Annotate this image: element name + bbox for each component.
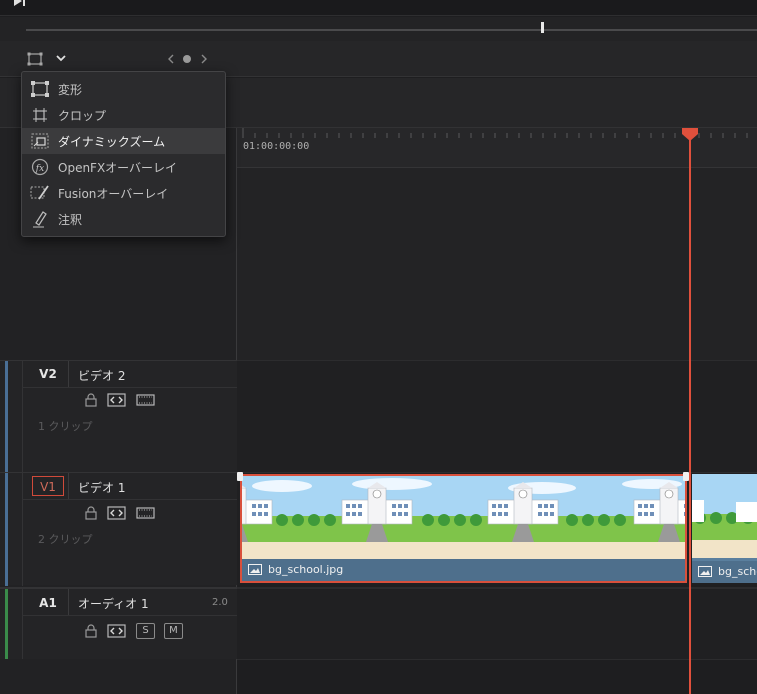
track-color-edge: [5, 361, 8, 473]
lock-icon[interactable]: [82, 393, 101, 407]
scrubber-handle[interactable]: [541, 22, 544, 33]
auto-select-icon[interactable]: [107, 393, 126, 407]
empty-track-area: [237, 168, 757, 360]
track-header-a1[interactable]: A1 オーディオ 1 2.0 S M: [0, 587, 237, 659]
timeline-ruler[interactable]: 01:00:00:00: [237, 128, 757, 168]
clip-name: bg_school.jpg: [268, 563, 344, 576]
track-code-destination[interactable]: V1: [32, 476, 64, 496]
menu-item-crop[interactable]: クロップ: [22, 102, 225, 128]
track-divider: [22, 589, 23, 659]
clip-label-bar: bg_scho: [692, 561, 757, 583]
clip-label-bar: bg_school.jpg: [242, 559, 685, 581]
track-color-edge: [5, 589, 8, 659]
track-clip-count: 1 クリップ: [38, 420, 93, 433]
clip-thumbnail: [692, 474, 757, 558]
track-name[interactable]: ビデオ 1: [78, 479, 125, 496]
menu-item-label: クロップ: [58, 109, 107, 123]
track-name[interactable]: オーディオ 1: [78, 595, 149, 612]
timeline-area[interactable]: 01:00:00:00 bg_school.jpg bg_sch: [237, 128, 757, 694]
playhead-marker[interactable]: [681, 128, 699, 142]
viewer-top-bar: [0, 0, 757, 16]
track-header-v1[interactable]: V1 ビデオ 1 2 クリップ: [0, 472, 237, 586]
clip-thumbnail: [242, 476, 685, 560]
track-row-divider: [22, 499, 237, 500]
image-icon: [248, 564, 262, 575]
menu-item-openfx-overlay[interactable]: fx OpenFXオーバーレイ: [22, 154, 225, 180]
auto-select-icon[interactable]: [107, 624, 126, 638]
ruler-ticks: [242, 128, 748, 138]
track-header-v2[interactable]: V2 ビデオ 2 1 クリップ: [0, 360, 237, 473]
menu-item-fusion-overlay[interactable]: Fusionオーバーレイ: [22, 180, 225, 206]
fx-icon: fx: [31, 158, 49, 176]
transform-icon: [31, 81, 49, 97]
keyframe-dot-icon[interactable]: [183, 55, 191, 63]
track-level: 2.0: [212, 597, 228, 608]
play-to-end-icon[interactable]: [14, 0, 28, 6]
scrubber-track[interactable]: [26, 29, 757, 31]
menu-item-label: OpenFXオーバーレイ: [58, 161, 178, 175]
track-code[interactable]: A1: [32, 593, 64, 613]
track-divider: [22, 473, 23, 586]
dynamic-zoom-icon: [31, 133, 49, 149]
auto-select-icon[interactable]: [107, 506, 126, 520]
chevron-right-icon[interactable]: [199, 53, 209, 65]
track-code-divider: [68, 473, 69, 499]
timeline-empty-bottom: [237, 659, 757, 694]
video-clip[interactable]: bg_school.jpg: [240, 474, 687, 583]
clip-trim-handle-left[interactable]: [237, 472, 243, 481]
menu-item-label: 注釈: [58, 213, 83, 227]
track-color-edge: [5, 473, 8, 586]
chevron-left-icon[interactable]: [166, 53, 176, 65]
svg-text:fx: fx: [35, 164, 44, 174]
viewer-mode-dropdown: 変形 クロップ ダイナミックズーム fx OpenFXオーバーレイ Fusion…: [21, 71, 226, 237]
transform-mode-icon[interactable]: [27, 52, 43, 66]
fusion-brush-icon: [30, 185, 49, 200]
ruler-timecode: 01:00:00:00: [243, 141, 310, 152]
clip-name: bg_scho: [718, 565, 757, 578]
track-row-divider: [22, 387, 237, 388]
track-name[interactable]: ビデオ 2: [78, 367, 125, 384]
annotation-pen-icon: [33, 211, 47, 228]
menu-item-label: Fusionオーバーレイ: [58, 187, 169, 201]
track-divider: [22, 361, 23, 473]
track-enable-icon[interactable]: [136, 506, 155, 520]
lock-icon[interactable]: [82, 624, 101, 638]
menu-item-dynamic-zoom[interactable]: ダイナミックズーム: [22, 128, 225, 154]
timeline-track-v2[interactable]: [237, 360, 757, 472]
track-code-divider: [68, 589, 69, 615]
solo-button[interactable]: S: [136, 623, 155, 639]
track-clip-count: 2 クリップ: [38, 533, 93, 546]
track-code-divider: [68, 361, 69, 387]
chevron-down-icon[interactable]: [55, 52, 67, 64]
viewer-scrubber[interactable]: [0, 17, 757, 41]
playhead-line[interactable]: [689, 128, 691, 694]
image-icon: [698, 566, 712, 577]
track-enable-icon[interactable]: [136, 393, 155, 407]
track-row-divider: [22, 615, 237, 616]
menu-item-annotation[interactable]: 注釈: [22, 206, 225, 232]
crop-icon: [33, 108, 47, 122]
timeline-track-a1[interactable]: [237, 587, 757, 659]
track-code[interactable]: V2: [32, 364, 64, 384]
mute-button[interactable]: M: [164, 623, 183, 639]
menu-item-label: ダイナミックズーム: [58, 135, 166, 149]
video-clip[interactable]: bg_scho: [692, 474, 757, 583]
menu-item-transform[interactable]: 変形: [22, 76, 225, 102]
menu-item-label: 変形: [58, 83, 83, 97]
lock-icon[interactable]: [82, 506, 101, 520]
